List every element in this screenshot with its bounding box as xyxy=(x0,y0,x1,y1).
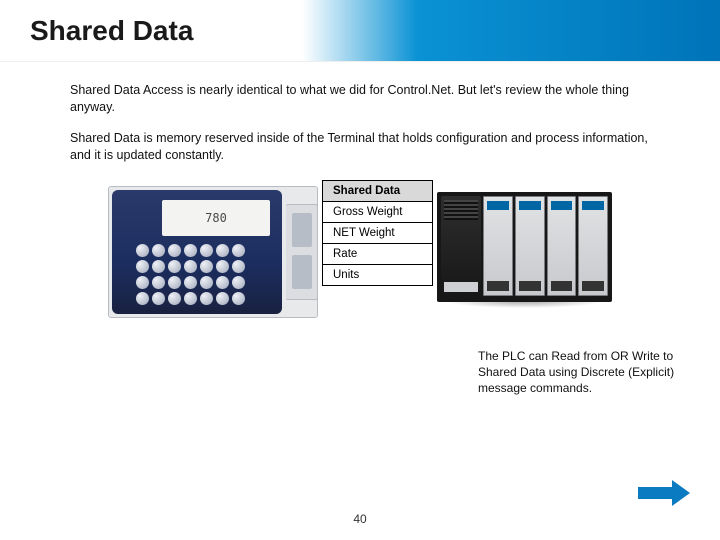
page-number: 40 xyxy=(0,512,720,526)
next-arrow-icon[interactable] xyxy=(638,480,692,506)
table-row: NET Weight xyxy=(323,222,433,243)
slide-title: Shared Data xyxy=(30,15,193,47)
body-text: Shared Data Access is nearly identical t… xyxy=(0,62,720,164)
terminal-device-image: 780 xyxy=(108,186,318,318)
table-row: Rate xyxy=(323,243,433,264)
table-header: Shared Data xyxy=(323,180,433,201)
shared-data-table: Shared Data Gross Weight NET Weight Rate… xyxy=(322,180,433,286)
plc-device-image xyxy=(437,192,612,302)
terminal-keypad xyxy=(136,244,245,305)
table-row: Units xyxy=(323,264,433,285)
plc-caption: The PLC can Read from OR Write to Shared… xyxy=(478,348,676,397)
paragraph-2: Shared Data is memory reserved inside of… xyxy=(70,130,665,164)
mid-row: 780 Shared Data Gross Weight NET Weight … xyxy=(0,178,720,318)
paragraph-1: Shared Data Access is nearly identical t… xyxy=(70,82,665,116)
table-row: Gross Weight xyxy=(323,201,433,222)
terminal-display: 780 xyxy=(162,200,270,236)
title-bar: Shared Data xyxy=(0,0,720,62)
